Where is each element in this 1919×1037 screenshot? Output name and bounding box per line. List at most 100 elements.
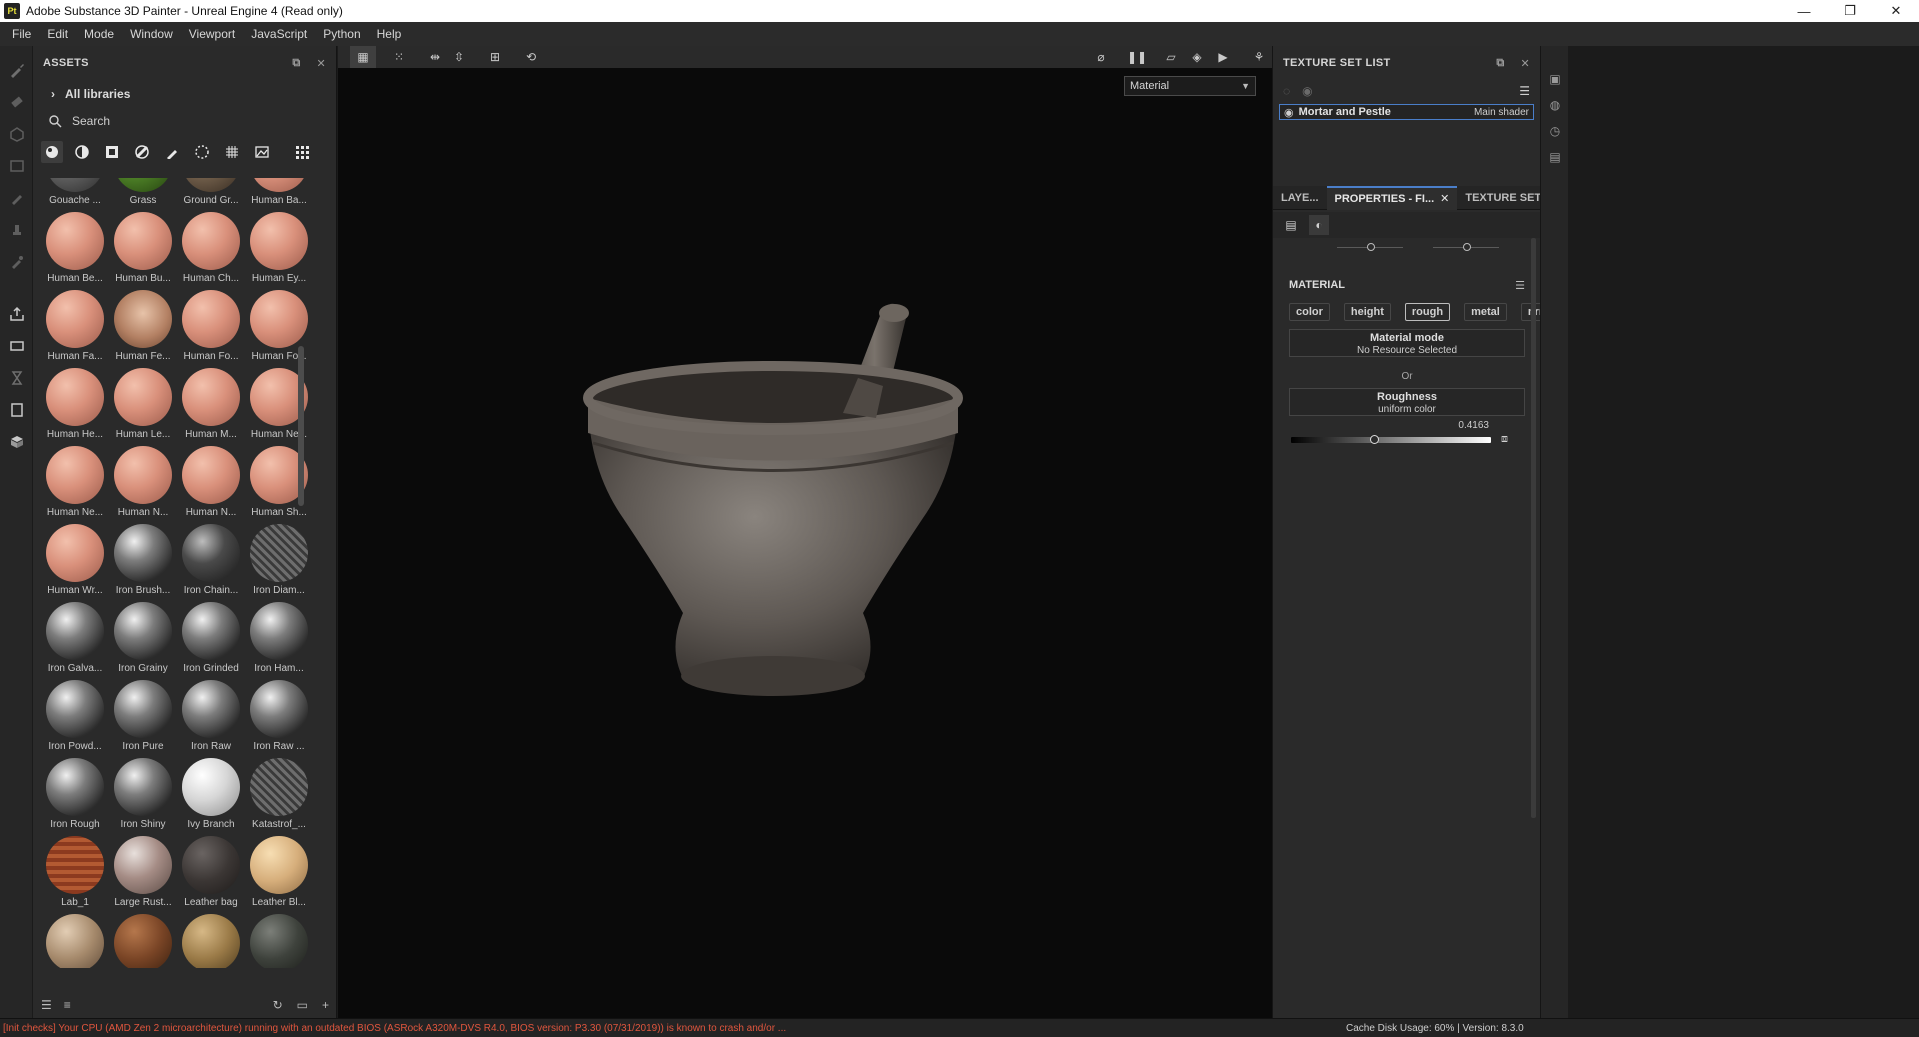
asset-item[interactable]: Lab_1	[41, 836, 109, 914]
visibility-icon[interactable]: ◉	[1302, 84, 1312, 98]
scene-settings-tool[interactable]	[0, 426, 33, 458]
asset-item[interactable]: Human Be...	[41, 212, 109, 290]
filter-smart-materials[interactable]	[71, 141, 93, 163]
asset-item[interactable]: Leather bag	[177, 836, 245, 914]
asset-item[interactable]: Leather So...	[177, 914, 245, 968]
view-mode-grid[interactable]	[291, 141, 313, 163]
asset-item[interactable]: Iron Shiny	[109, 758, 177, 836]
asset-item[interactable]: Human Fo...	[177, 290, 245, 368]
layer-properties-subtab[interactable]: ▤	[1281, 215, 1301, 235]
history-icon[interactable]: ◷	[1541, 118, 1569, 144]
menu-edit[interactable]: Edit	[39, 27, 76, 41]
asset-item[interactable]: Human Fe...	[109, 290, 177, 368]
menu-viewport[interactable]: Viewport	[181, 27, 243, 41]
filter-textures[interactable]	[221, 141, 243, 163]
stack-icon[interactable]: ≡	[64, 998, 71, 1012]
view-2d-button[interactable]: ▱	[1158, 46, 1184, 68]
filter-alphas[interactable]	[191, 141, 213, 163]
asset-item[interactable]: Iron Galva...	[41, 602, 109, 680]
filter-materials[interactable]	[41, 141, 63, 163]
roughness-slider-track[interactable]	[1291, 437, 1491, 443]
slider-knob[interactable]	[1367, 243, 1375, 251]
slider-knob[interactable]	[1463, 243, 1471, 251]
eraser-tool[interactable]	[0, 86, 33, 118]
asset-item[interactable]: Large Rust...	[109, 836, 177, 914]
reset-camera-button[interactable]: ⟲	[518, 46, 544, 68]
close-tab-icon[interactable]: ✕	[1440, 192, 1449, 205]
asset-item[interactable]: Human Wr...	[41, 524, 109, 602]
minimize-button[interactable]: —	[1781, 0, 1827, 22]
asset-item[interactable]: Iron Ham...	[245, 602, 313, 680]
smudge-tool[interactable]	[0, 182, 33, 214]
viewport-canvas[interactable]: Material ▼	[338, 68, 1318, 1018]
view-3d-button[interactable]: ◈	[1184, 46, 1210, 68]
texture-set-item[interactable]: ◉ Mortar and Pestle Main shader	[1279, 104, 1534, 120]
menu-window[interactable]: Window	[122, 27, 181, 41]
viewport-grid-multi-button[interactable]: ⁙	[386, 46, 412, 68]
log-icon[interactable]: ▤	[1541, 144, 1569, 170]
asset-item[interactable]: Human Bu...	[109, 212, 177, 290]
camera-button[interactable]: ▶	[1210, 46, 1236, 68]
history-tool[interactable]	[0, 362, 33, 394]
asset-item[interactable]: Iron Grainy	[109, 602, 177, 680]
display-settings-icon[interactable]: ▣	[1541, 66, 1569, 92]
close-panel-icon[interactable]: ✕	[1520, 57, 1530, 70]
asset-item[interactable]: Human Le...	[109, 368, 177, 446]
display-settings-tool[interactable]	[0, 394, 33, 426]
folder-icon[interactable]: ▭	[297, 998, 308, 1012]
asset-item[interactable]: Iron Rough	[41, 758, 109, 836]
menu-file[interactable]: File	[4, 27, 39, 41]
asset-item[interactable]: Human N...	[177, 446, 245, 524]
filter-generators[interactable]	[131, 141, 153, 163]
properties-scrollbar[interactable]	[1531, 238, 1536, 818]
pause-button[interactable]: ❚❚	[1124, 46, 1150, 68]
asset-item[interactable]: Human Ne...	[41, 446, 109, 524]
shader-settings-icon[interactable]: ◍	[1541, 92, 1569, 118]
asset-item[interactable]: Human Ey...	[245, 212, 313, 290]
asset-item[interactable]: Lizard Scales	[245, 914, 313, 968]
clone-tool[interactable]	[0, 214, 33, 246]
texture-set-shader[interactable]: Main shader	[1474, 107, 1529, 118]
asset-item[interactable]: Human N...	[109, 446, 177, 524]
projection-tool[interactable]	[0, 118, 33, 150]
asset-item[interactable]: Katastrof_...	[245, 758, 313, 836]
close-window-button[interactable]: ✕	[1873, 0, 1919, 22]
asset-item[interactable]: Iron Pure	[109, 680, 177, 758]
close-panel-icon[interactable]: ✕	[316, 57, 326, 70]
maximize-button[interactable]: ❐	[1827, 0, 1873, 22]
filter-brushes[interactable]	[161, 141, 183, 163]
status-warning[interactable]: [Init checks] Your CPU (AMD Zen 2 microa…	[3, 1023, 786, 1034]
asset-search[interactable]: Search	[33, 108, 336, 134]
geometry-mask-tool[interactable]	[0, 150, 33, 182]
asset-item[interactable]: Iron Brush...	[109, 524, 177, 602]
asset-item[interactable]: Ground Gr...	[177, 178, 245, 212]
channel-rough-button[interactable]: rough	[1404, 303, 1451, 321]
paint-tool[interactable]	[0, 54, 33, 86]
channel-height-button[interactable]: height	[1343, 303, 1391, 321]
menu-icon[interactable]: ☰	[1519, 84, 1530, 98]
tab-properties[interactable]: PROPERTIES - FI... ✕	[1326, 185, 1458, 210]
roughness-slot[interactable]: Roughness uniform color	[1289, 388, 1525, 416]
filter-masks[interactable]	[101, 141, 123, 163]
menu-help[interactable]: Help	[369, 27, 410, 41]
search-input[interactable]: Search	[72, 114, 110, 128]
asset-item[interactable]: Iron Raw	[177, 680, 245, 758]
material-mode-slot[interactable]: Material mode No Resource Selected	[1289, 329, 1525, 357]
asset-item[interactable]: Iron Grinded	[177, 602, 245, 680]
asset-item[interactable]: Leather M...	[41, 914, 109, 968]
iray-button[interactable]: ⚘	[1246, 46, 1272, 68]
asset-item[interactable]: Iron Raw ...	[245, 680, 313, 758]
export-tool[interactable]	[0, 298, 33, 330]
refresh-icon[interactable]: ↻	[273, 998, 283, 1012]
channel-metal-button[interactable]: metal	[1464, 303, 1507, 321]
asset-item[interactable]: Grass	[109, 178, 177, 212]
bake-tool[interactable]	[0, 330, 33, 362]
visibility-off-icon[interactable]: ◌	[1283, 84, 1290, 98]
material-subtab[interactable]: ◐	[1309, 215, 1329, 235]
library-selector[interactable]: › All libraries	[33, 80, 336, 108]
asset-item[interactable]: Leather Bl...	[245, 836, 313, 914]
add-asset-icon[interactable]: +	[322, 998, 329, 1012]
asset-scrollbar[interactable]	[298, 346, 304, 506]
menu-python[interactable]: Python	[315, 27, 368, 41]
list-options-icon[interactable]: ☰	[41, 998, 52, 1012]
